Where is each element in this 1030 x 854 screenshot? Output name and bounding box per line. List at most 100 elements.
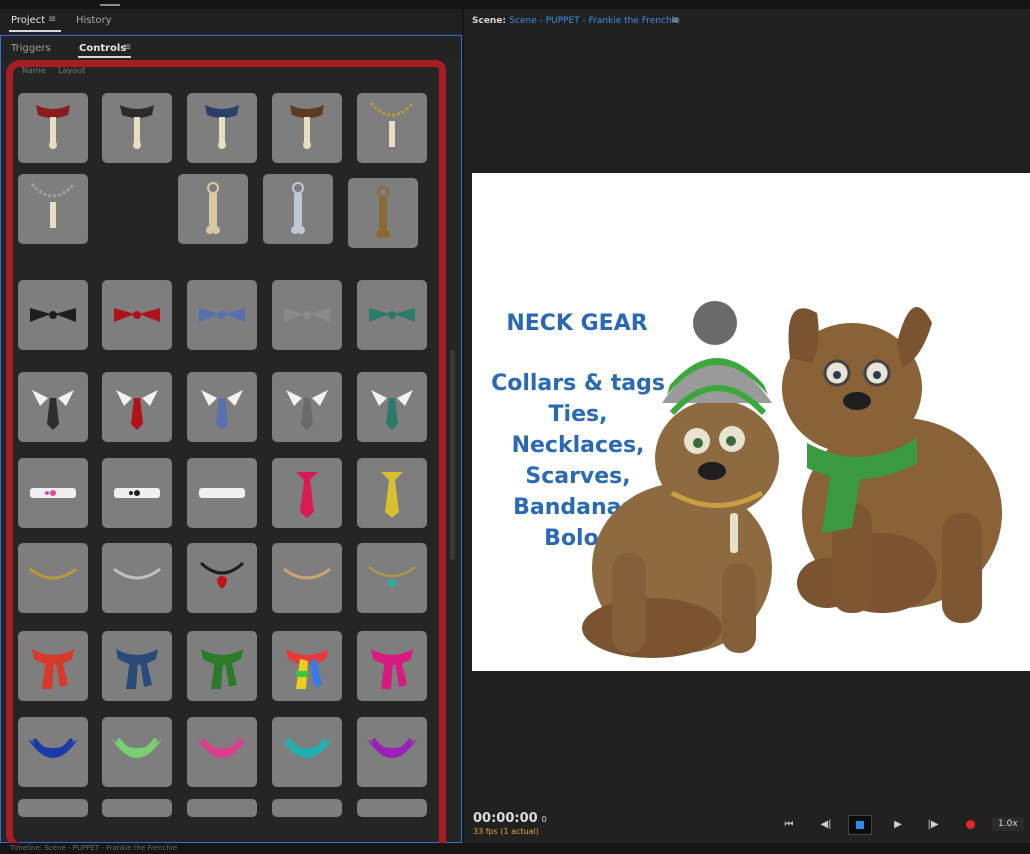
control-item-chain-tag[interactable] bbox=[18, 174, 88, 244]
tie-icon bbox=[286, 390, 328, 430]
control-item-scarf[interactable] bbox=[187, 631, 257, 701]
control-item-bandana[interactable] bbox=[18, 717, 88, 787]
control-item-necklace[interactable] bbox=[272, 543, 342, 613]
playback-speed[interactable]: 1.0x bbox=[992, 817, 1024, 831]
control-item-scarf[interactable] bbox=[18, 631, 88, 701]
top-strip bbox=[0, 0, 1030, 9]
control-item-partial[interactable] bbox=[272, 799, 342, 817]
control-item-bowtie[interactable] bbox=[187, 280, 257, 350]
inner-tab-layout[interactable]: Layout bbox=[58, 66, 85, 75]
control-item-gem-pendant[interactable] bbox=[357, 543, 427, 613]
tab-history[interactable]: History bbox=[76, 15, 112, 26]
bandana-icon bbox=[197, 737, 247, 758]
chain-tag-icon bbox=[30, 182, 76, 228]
control-item-tie[interactable] bbox=[357, 372, 427, 442]
step-forward-button[interactable]: |▶ bbox=[921, 815, 945, 835]
necklace-icon bbox=[29, 567, 77, 580]
collar-tag-icon bbox=[36, 105, 70, 149]
control-item-tie[interactable] bbox=[102, 372, 172, 442]
control-item-band[interactable] bbox=[102, 458, 172, 528]
step-back-button[interactable]: ◀| bbox=[814, 815, 838, 835]
control-item-scarf[interactable] bbox=[357, 631, 427, 701]
control-item-scarf[interactable] bbox=[102, 631, 172, 701]
bandana-icon bbox=[112, 737, 162, 758]
control-item-chain-tag[interactable] bbox=[357, 93, 427, 163]
control-item-bandana[interactable] bbox=[272, 717, 342, 787]
partial-icon bbox=[357, 799, 427, 843]
bone-ring-icon bbox=[291, 182, 305, 234]
panel-tabs: Project ≡ History bbox=[0, 9, 462, 33]
inner-tab-name[interactable]: Name bbox=[22, 66, 46, 75]
control-item-bowtie[interactable] bbox=[357, 280, 427, 350]
control-item-heart-pendant[interactable] bbox=[187, 543, 257, 613]
control-item-partial[interactable] bbox=[187, 799, 257, 817]
collar-tag-icon bbox=[120, 105, 154, 149]
control-item-tie[interactable] bbox=[187, 372, 257, 442]
control-item-tie[interactable] bbox=[18, 372, 88, 442]
control-item-long-tie[interactable] bbox=[357, 458, 427, 528]
control-item-band[interactable] bbox=[18, 458, 88, 528]
controls-scrollbar[interactable] bbox=[450, 350, 455, 560]
scene-panel: Scene: Scene - PUPPET - Frankie the Fren… bbox=[464, 9, 1030, 843]
band-icon bbox=[30, 488, 76, 498]
scene-stage[interactable]: NECK GEAR Collars & tags Ties, Necklaces… bbox=[472, 173, 1030, 671]
control-item-necklace[interactable] bbox=[102, 543, 172, 613]
partial-icon bbox=[18, 799, 88, 843]
control-item-collar-tag[interactable] bbox=[187, 93, 257, 163]
control-item-necklace[interactable] bbox=[18, 543, 88, 613]
control-item-partial[interactable] bbox=[357, 799, 427, 817]
control-item-tie[interactable] bbox=[272, 372, 342, 442]
scarf-icon bbox=[371, 649, 413, 689]
go-to-start-button[interactable]: ⏮ bbox=[777, 815, 801, 835]
fps-readout: 33 fps (1 actual) bbox=[473, 827, 539, 836]
control-item-band[interactable] bbox=[187, 458, 257, 528]
control-item-collar-tag[interactable] bbox=[18, 93, 88, 163]
tab-triggers[interactable]: Triggers bbox=[11, 43, 51, 54]
play-button[interactable]: ▶ bbox=[886, 815, 910, 835]
band-icon bbox=[199, 488, 245, 498]
partial-icon bbox=[272, 799, 342, 843]
necklace-icon bbox=[113, 567, 161, 580]
control-item-collar-tag[interactable] bbox=[102, 93, 172, 163]
tie-icon bbox=[116, 390, 158, 430]
puppet-dogs-illustration bbox=[582, 301, 1002, 658]
control-item-bone-ring[interactable] bbox=[178, 174, 248, 244]
control-item-partial[interactable] bbox=[102, 799, 172, 817]
bowtie-icon bbox=[114, 308, 160, 322]
control-item-bone-ring[interactable] bbox=[263, 174, 333, 244]
heart-pendant-icon bbox=[199, 561, 245, 589]
partial-icon bbox=[187, 799, 257, 843]
left-panel: Project ≡ History Triggers Controls ≡ bbox=[0, 9, 462, 843]
control-item-partial[interactable] bbox=[18, 799, 88, 817]
control-item-bone-ring[interactable] bbox=[348, 178, 418, 248]
control-item-long-tie[interactable] bbox=[272, 458, 342, 528]
control-item-bowtie[interactable] bbox=[18, 280, 88, 350]
stop-button[interactable] bbox=[848, 815, 872, 835]
bowtie-icon bbox=[284, 308, 330, 322]
tie-icon bbox=[201, 390, 243, 430]
control-item-bowtie[interactable] bbox=[102, 280, 172, 350]
collar-tag-icon bbox=[290, 105, 324, 149]
record-button[interactable] bbox=[958, 815, 982, 835]
scene-menu-icon[interactable]: ≡ bbox=[671, 15, 679, 26]
timecode: 00:00:00 0 bbox=[473, 811, 547, 826]
bowtie-icon bbox=[199, 308, 245, 322]
dog-with-beanie bbox=[582, 301, 779, 658]
scarf-icon bbox=[201, 649, 243, 689]
control-item-bowtie[interactable] bbox=[272, 280, 342, 350]
control-item-scarf-rainbow[interactable] bbox=[272, 631, 342, 701]
control-item-bandana[interactable] bbox=[357, 717, 427, 787]
scarf-icon bbox=[32, 649, 74, 689]
control-item-bandana[interactable] bbox=[187, 717, 257, 787]
controls-inner-tabs: Name Layout bbox=[22, 66, 95, 75]
controls-menu-icon[interactable]: ≡ bbox=[123, 42, 131, 53]
bandana-icon bbox=[28, 737, 78, 758]
scene-name[interactable]: Scene - PUPPET - Frankie the Frenchie bbox=[509, 16, 680, 26]
control-item-bandana[interactable] bbox=[102, 717, 172, 787]
tab-project[interactable]: Project bbox=[11, 15, 45, 26]
control-item-collar-tag[interactable] bbox=[272, 93, 342, 163]
project-menu-icon[interactable]: ≡ bbox=[48, 14, 56, 25]
tab-controls[interactable]: Controls bbox=[79, 43, 126, 54]
necklace-icon bbox=[283, 567, 331, 580]
bowtie-icon bbox=[369, 308, 415, 322]
